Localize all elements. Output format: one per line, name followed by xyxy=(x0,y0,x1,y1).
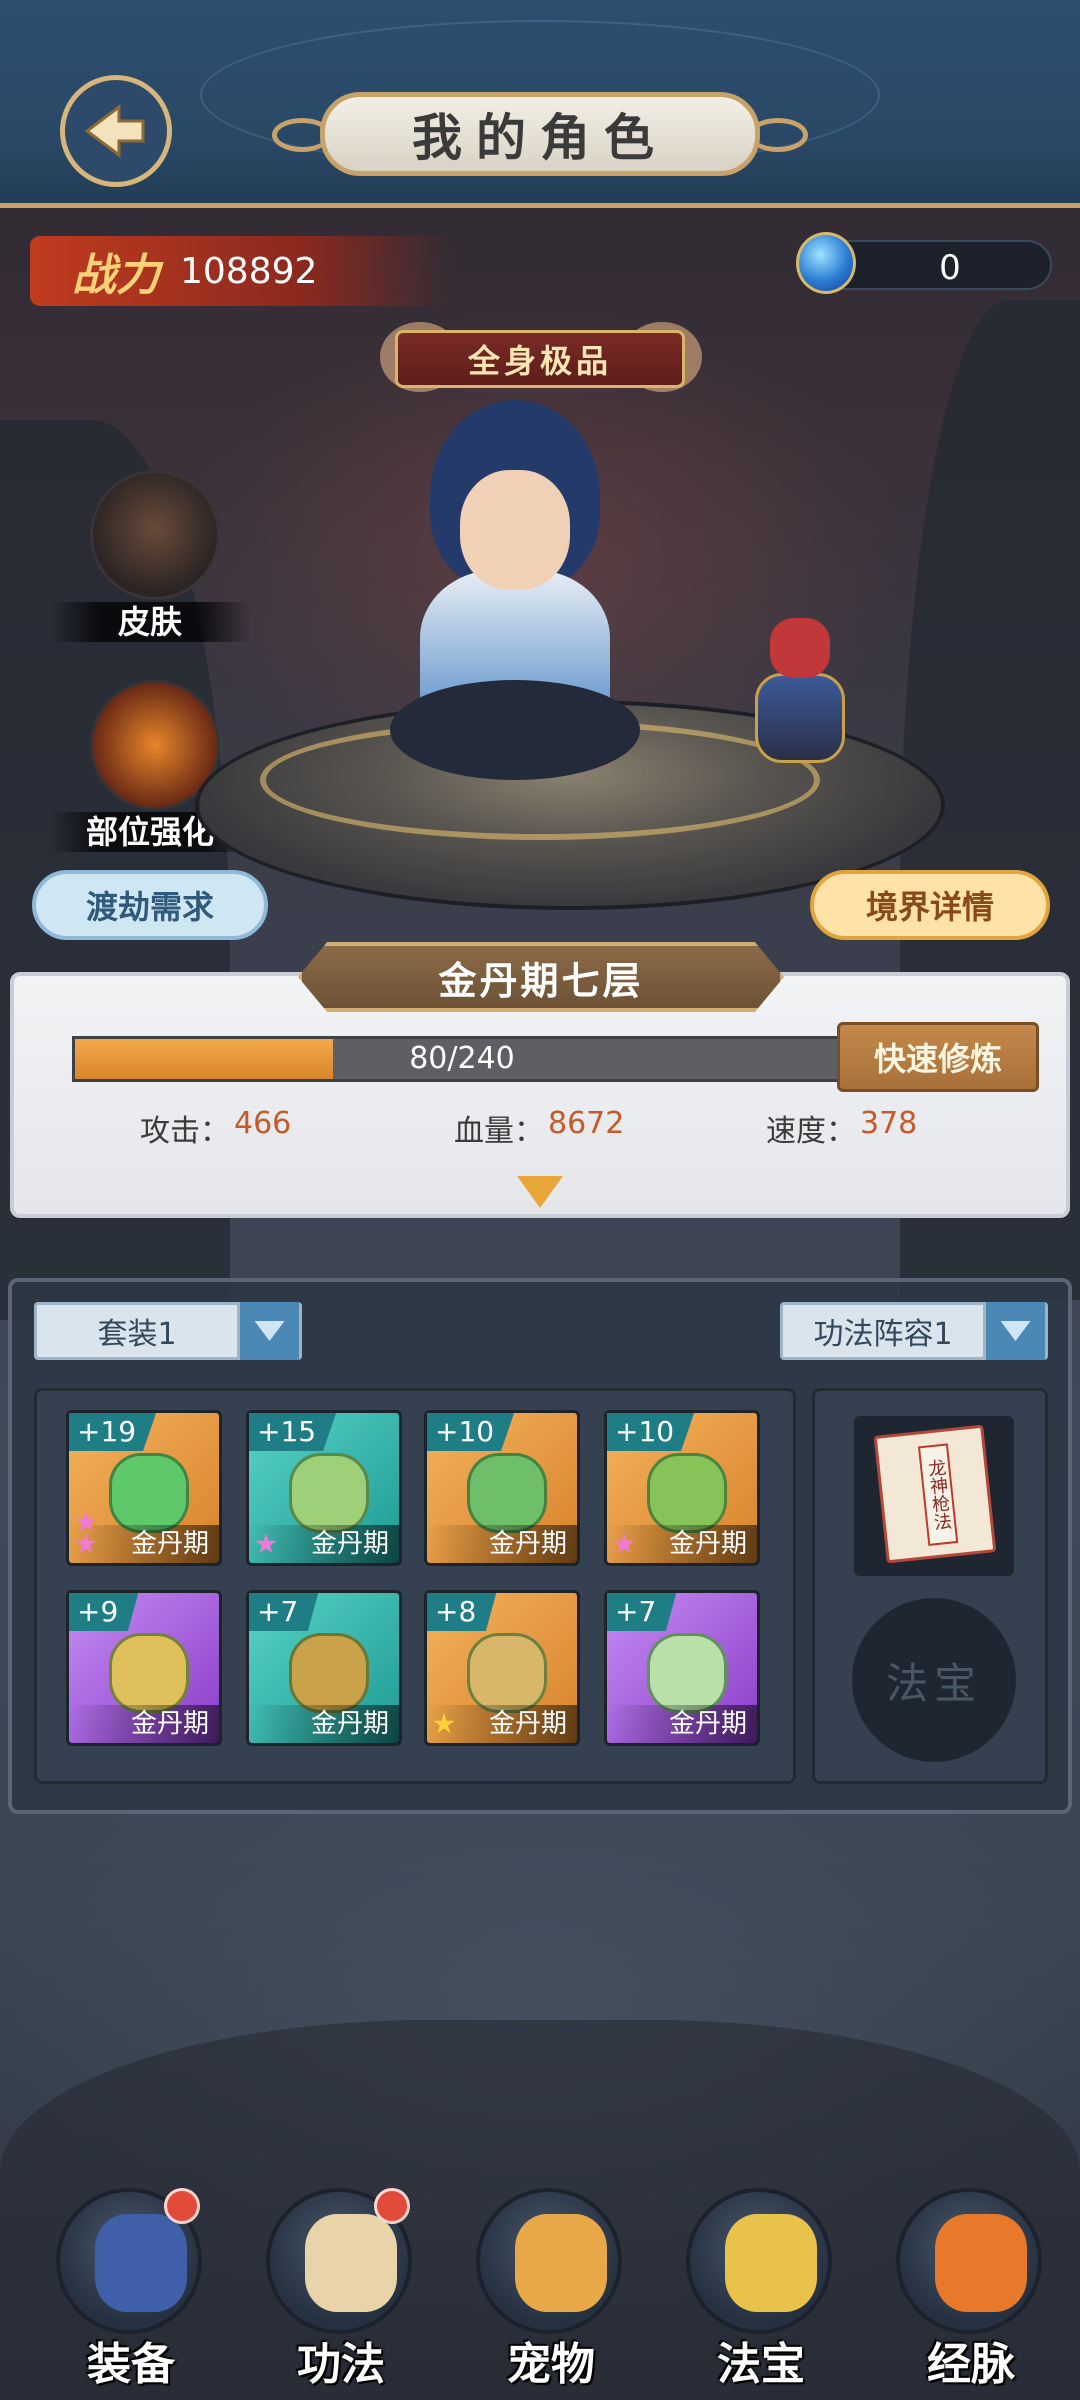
stat-hp-label: 血量： xyxy=(454,1114,544,1149)
armor-icon-glyph xyxy=(95,2214,187,2312)
equipment-rank: 金丹期 xyxy=(427,1525,577,1563)
set-select[interactable]: 套装1 xyxy=(34,1302,302,1360)
nav-scroll[interactable]: 功法 xyxy=(256,2188,416,2390)
pet-dragon-icon xyxy=(476,2188,622,2334)
jade-icon xyxy=(647,1633,727,1713)
nav-label: 法宝 xyxy=(717,2339,805,2390)
equipment-slot-jade[interactable]: +7 金丹期 xyxy=(604,1590,760,1746)
nav-armor[interactable]: 装备 xyxy=(46,2188,206,2390)
realm-detail-button[interactable]: 境界详情 xyxy=(810,870,1050,940)
necklace-icon xyxy=(109,1633,189,1713)
hero-legs xyxy=(390,680,640,780)
technique-book-slot[interactable]: 龙神枪法 xyxy=(854,1416,1014,1576)
cultivation-progress-bar: 80/240 xyxy=(72,1036,852,1082)
equipment-slot-ring[interactable]: +8 金丹期 xyxy=(424,1590,580,1746)
equipment-slot-boots[interactable]: +10 金丹期 xyxy=(604,1410,760,1566)
equipment-slot-bracelet[interactable]: +7 金丹期 xyxy=(246,1590,402,1746)
stat-speed: 速度： 378 xyxy=(766,1106,917,1150)
scroll-icon-glyph xyxy=(305,2214,397,2312)
enhance-level: +10 xyxy=(427,1413,515,1451)
nav-label: 宠物 xyxy=(507,2339,595,2390)
nav-label: 装备 xyxy=(87,2339,175,2390)
enhance-level: +7 xyxy=(607,1593,677,1631)
stat-speed-value: 378 xyxy=(860,1106,918,1141)
stat-attack-value: 466 xyxy=(234,1106,292,1141)
chevron-down-icon[interactable] xyxy=(983,1302,1045,1360)
back-arrow-icon xyxy=(84,104,145,158)
realm-title: 金丹期七层 xyxy=(298,942,784,1012)
page-title: 我的角色 xyxy=(320,92,760,176)
chevron-down-icon[interactable] xyxy=(237,1302,299,1360)
equipment-slot-armor[interactable]: +15 金丹期 xyxy=(246,1410,402,1566)
equipment-rank: 金丹期 xyxy=(249,1705,399,1743)
stat-hp: 血量： 8672 xyxy=(454,1106,624,1150)
sword-icon xyxy=(109,1453,189,1533)
quick-cultivate-button[interactable]: 快速修炼 xyxy=(837,1022,1039,1092)
technique-select[interactable]: 功法阵容1 xyxy=(780,1302,1048,1360)
nav-golden-bell[interactable]: 法宝 xyxy=(676,2188,836,2390)
skin-button[interactable]: 皮肤 xyxy=(50,470,250,650)
meridian-icon xyxy=(896,2188,1042,2334)
equipment-rank: 金丹期 xyxy=(69,1705,219,1743)
nav-label: 经脉 xyxy=(927,2339,1015,2390)
enhance-level: +10 xyxy=(607,1413,695,1451)
pet-companion[interactable] xyxy=(745,618,855,778)
book-title: 龙神枪法 xyxy=(917,1443,959,1546)
blue-orb-icon xyxy=(796,232,856,294)
helmet-icon xyxy=(467,1453,547,1533)
stat-attack: 攻击： 466 xyxy=(140,1106,291,1150)
combat-power-value: 108892 xyxy=(180,250,318,292)
treasure-slot[interactable]: 法宝 xyxy=(852,1598,1016,1762)
pet-head xyxy=(770,618,830,678)
notification-dot xyxy=(164,2188,200,2224)
combat-power-label: 战力 xyxy=(72,250,160,301)
skin-label: 皮肤 xyxy=(50,602,250,642)
nav-label: 功法 xyxy=(297,2339,385,2390)
technique-select-value: 功法阵容1 xyxy=(813,1317,953,1352)
nav-pet-dragon[interactable]: 宠物 xyxy=(466,2188,626,2390)
equipment-rank: 金丹期 xyxy=(607,1705,757,1743)
bracelet-icon xyxy=(289,1633,369,1713)
stat-attack-label: 攻击： xyxy=(140,1114,230,1149)
ring-icon xyxy=(467,1633,547,1713)
enhance-level: +9 xyxy=(69,1593,139,1631)
pet-body xyxy=(755,673,845,763)
tribulation-requirement-button[interactable]: 渡劫需求 xyxy=(32,870,268,940)
stat-hp-value: 8672 xyxy=(548,1106,625,1141)
golden-bell-icon-glyph xyxy=(725,2214,817,2312)
book-icon: 龙神枪法 xyxy=(873,1424,997,1564)
combat-power: 战力 108892 xyxy=(30,236,450,306)
stat-speed-label: 速度： xyxy=(766,1114,856,1149)
enhance-level: +7 xyxy=(249,1593,319,1631)
set-select-value: 套装1 xyxy=(97,1317,177,1352)
equipment-slot-sword[interactable]: +19 金丹期 xyxy=(66,1410,222,1566)
skin-hat-icon xyxy=(90,470,220,600)
pet-dragon-icon-glyph xyxy=(515,2214,607,2312)
notification-dot xyxy=(374,2188,410,2224)
character-avatar[interactable] xyxy=(350,380,680,800)
equipment-slot-helmet[interactable]: +10 金丹期 xyxy=(424,1410,580,1566)
enhance-level: +19 xyxy=(69,1413,157,1451)
enhance-level: +15 xyxy=(249,1413,337,1451)
boots-icon xyxy=(647,1453,727,1533)
equipment-slot-necklace[interactable]: +9 金丹期 xyxy=(66,1590,222,1746)
currency-value: 0 xyxy=(939,248,961,288)
progress-text: 80/240 xyxy=(409,1041,515,1076)
back-button[interactable] xyxy=(60,75,172,187)
armor-icon xyxy=(289,1453,369,1533)
golden-bell-icon xyxy=(686,2188,832,2334)
meridian-icon-glyph xyxy=(935,2214,1027,2312)
enhance-level: +8 xyxy=(427,1593,497,1631)
nav-meridian[interactable]: 经脉 xyxy=(886,2188,1046,2390)
hero-face xyxy=(460,470,570,590)
